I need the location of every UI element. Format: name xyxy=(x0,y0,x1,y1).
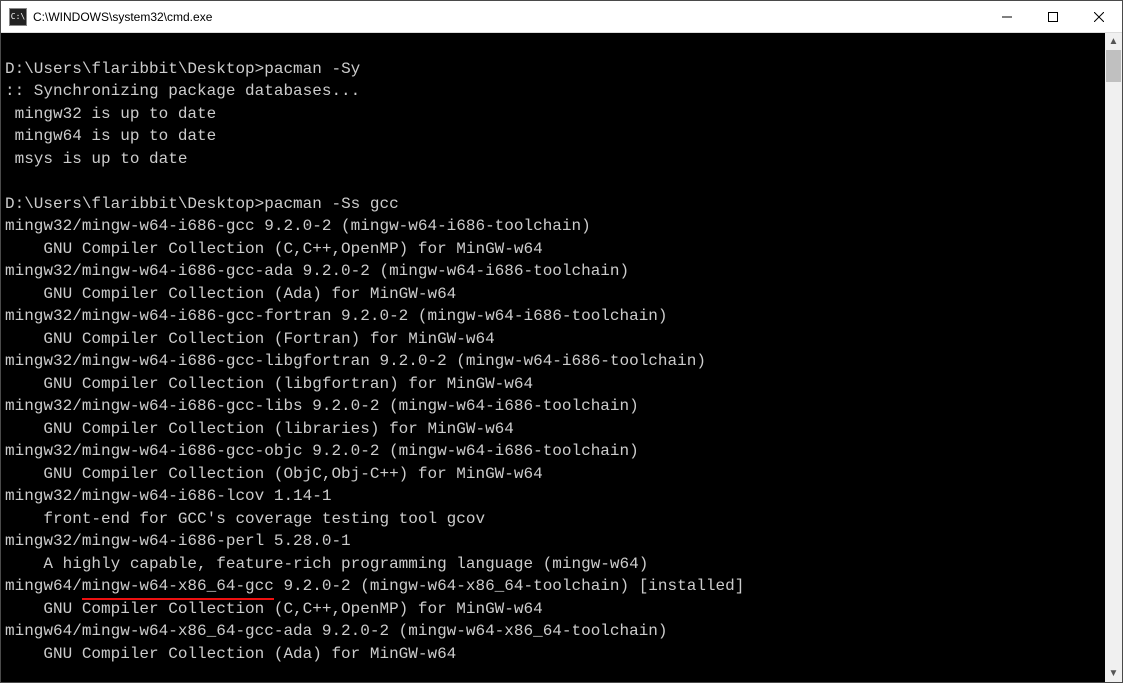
package-desc: GNU Compiler Collection (Fortran) for Mi… xyxy=(5,328,1105,351)
blank-line xyxy=(5,170,1105,193)
maximize-icon xyxy=(1048,12,1058,22)
output-line: mingw64 is up to date xyxy=(5,125,1105,148)
package-head: mingw32/mingw-w64-i686-gcc 9.2.0-2 (ming… xyxy=(5,215,1105,238)
package-head: mingw32/mingw-w64-i686-gcc-fortran 9.2.0… xyxy=(5,305,1105,328)
window-title: C:\WINDOWS\system32\cmd.exe xyxy=(33,10,212,24)
scroll-thumb[interactable] xyxy=(1106,50,1121,82)
package-desc: front-end for GCC's coverage testing too… xyxy=(5,508,1105,531)
maximize-button[interactable] xyxy=(1030,1,1076,32)
terminal-output[interactable]: D:\Users\flaribbit\Desktop>pacman -Sy:: … xyxy=(1,33,1105,682)
package-head: mingw32/mingw-w64-i686-gcc-ada 9.2.0-2 (… xyxy=(5,260,1105,283)
package-desc: GNU Compiler Collection (Ada) for MinGW-… xyxy=(5,283,1105,306)
output-line: mingw32 is up to date xyxy=(5,103,1105,126)
cmd-icon: C:\ xyxy=(9,8,27,26)
close-button[interactable] xyxy=(1076,1,1122,32)
package-head: mingw32/mingw-w64-i686-gcc-libs 9.2.0-2 … xyxy=(5,395,1105,418)
vertical-scrollbar[interactable]: ▲ ▼ xyxy=(1105,33,1122,682)
package-desc: GNU Compiler Collection (Ada) for MinGW-… xyxy=(5,643,1105,666)
package-desc: GNU Compiler Collection (libraries) for … xyxy=(5,418,1105,441)
blank-line xyxy=(5,35,1105,58)
cmd-window: C:\ C:\WINDOWS\system32\cmd.exe D:\Users… xyxy=(0,0,1123,683)
prompt-line: D:\Users\flaribbit\Desktop>pacman -Sy xyxy=(5,58,1105,81)
package-head: mingw32/mingw-w64-i686-gcc-libgfortran 9… xyxy=(5,350,1105,373)
package-head: mingw64/mingw-w64-x86_64-gcc-ada 9.2.0-2… xyxy=(5,620,1105,643)
scroll-up-button[interactable]: ▲ xyxy=(1105,33,1122,50)
close-icon xyxy=(1094,12,1104,22)
minimize-icon xyxy=(1002,12,1012,22)
package-head: mingw32/mingw-w64-i686-gcc-objc 9.2.0-2 … xyxy=(5,440,1105,463)
titlebar[interactable]: C:\ C:\WINDOWS\system32\cmd.exe xyxy=(1,1,1122,33)
prompt-line: D:\Users\flaribbit\Desktop>pacman -Ss gc… xyxy=(5,193,1105,216)
minimize-button[interactable] xyxy=(984,1,1030,32)
package-desc: A highly capable, feature-rich programmi… xyxy=(5,553,1105,576)
package-desc: GNU Compiler Collection (C,C++,OpenMP) f… xyxy=(5,238,1105,261)
package-head: mingw32/mingw-w64-i686-perl 5.28.0-1 xyxy=(5,530,1105,553)
package-desc: GNU Compiler Collection (C,C++,OpenMP) f… xyxy=(5,598,1105,621)
package-head: mingw32/mingw-w64-i686-lcov 1.14-1 xyxy=(5,485,1105,508)
output-line: msys is up to date xyxy=(5,148,1105,171)
package-head-highlighted: mingw64/mingw-w64-x86_64-gcc 9.2.0-2 (mi… xyxy=(5,575,1105,598)
scroll-down-button[interactable]: ▼ xyxy=(1105,665,1122,682)
underline-annotation: mingw-w64-x86_64-gcc xyxy=(82,575,274,600)
package-desc: GNU Compiler Collection (libgfortran) fo… xyxy=(5,373,1105,396)
output-line: :: Synchronizing package databases... xyxy=(5,80,1105,103)
package-desc: GNU Compiler Collection (ObjC,Obj-C++) f… xyxy=(5,463,1105,486)
